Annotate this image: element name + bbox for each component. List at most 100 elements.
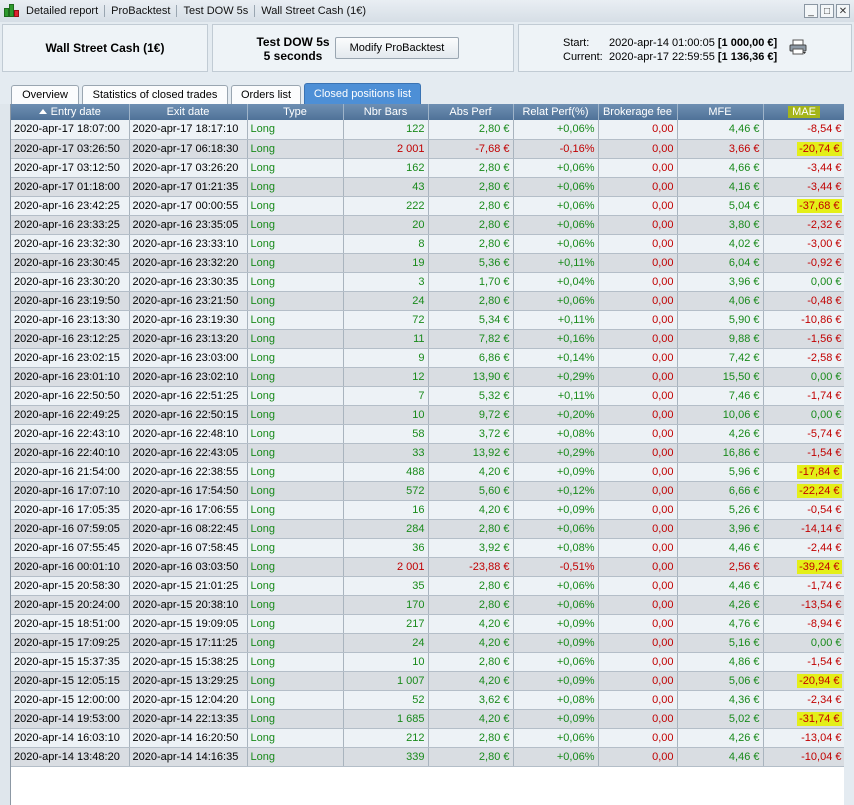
cell-exit-date: 2020-apr-16 17:54:50 xyxy=(129,481,248,501)
table-row[interactable]: 2020-apr-16 22:50:50 2020-apr-16 22:51:25… xyxy=(11,386,845,406)
table-row[interactable]: 2020-apr-15 20:24:00 2020-apr-15 20:38:10… xyxy=(11,595,845,615)
table-row[interactable]: 2020-apr-16 23:32:30 2020-apr-16 23:33:10… xyxy=(11,234,845,254)
minimize-button[interactable]: _ xyxy=(804,4,818,18)
column-header-brokerage-fee[interactable]: Brokerage fee xyxy=(598,104,678,120)
cell-type: Long xyxy=(247,367,344,387)
column-header-relat-perf[interactable]: Relat Perf(%) xyxy=(513,104,599,120)
cell-mfe: 3,96 € xyxy=(677,519,764,539)
cell-type: Long xyxy=(247,690,344,710)
cell-relat-perf: +0,06% xyxy=(513,519,599,539)
table-row[interactable]: 2020-apr-14 19:53:00 2020-apr-14 22:13:35… xyxy=(11,709,845,729)
cell-relat-perf: +0,06% xyxy=(513,120,599,140)
table-row[interactable]: 2020-apr-16 17:05:35 2020-apr-16 17:06:55… xyxy=(11,500,845,520)
breadcrumb-instrument[interactable]: Wall Street Cash (1€) xyxy=(255,5,372,17)
tab-closed-positions-list[interactable]: Closed positions list xyxy=(304,83,421,104)
table-row[interactable]: 2020-apr-16 23:01:10 2020-apr-16 23:02:10… xyxy=(11,367,845,387)
cell-abs-perf: 2,80 € xyxy=(428,215,514,235)
cell-nbr-bars: 20 xyxy=(343,215,429,235)
close-button[interactable]: ✕ xyxy=(836,4,850,18)
tab-overview[interactable]: Overview xyxy=(11,85,79,104)
cell-mae: -3,44 € xyxy=(763,177,845,197)
table-row[interactable]: 2020-apr-16 22:40:10 2020-apr-16 22:43:05… xyxy=(11,443,845,463)
cell-type: Long xyxy=(247,329,344,349)
table-row[interactable]: 2020-apr-16 21:54:00 2020-apr-16 22:38:55… xyxy=(11,462,845,482)
cell-relat-perf: +0,04% xyxy=(513,272,599,292)
cell-abs-perf: -23,88 € xyxy=(428,557,514,577)
vertical-scrollbar[interactable] xyxy=(844,104,854,805)
table-row[interactable]: 2020-apr-16 07:55:45 2020-apr-16 07:58:45… xyxy=(11,538,845,558)
cell-mfe: 5,26 € xyxy=(677,500,764,520)
cell-exit-date: 2020-apr-16 23:03:00 xyxy=(129,348,248,368)
cell-relat-perf: -0,16% xyxy=(513,139,599,159)
table-row[interactable]: 2020-apr-17 01:18:00 2020-apr-17 01:21:35… xyxy=(11,177,845,197)
table-row[interactable]: 2020-apr-15 17:09:25 2020-apr-15 17:11:25… xyxy=(11,633,845,653)
tab-statistics-closed-trades[interactable]: Statistics of closed trades xyxy=(82,85,228,104)
cell-type: Long xyxy=(247,728,344,748)
cell-brokerage-fee: 0,00 xyxy=(598,348,678,368)
cell-mfe: 4,06 € xyxy=(677,291,764,311)
cell-abs-perf: 2,80 € xyxy=(428,234,514,254)
tab-orders-list[interactable]: Orders list xyxy=(231,85,301,104)
table-row[interactable]: 2020-apr-16 23:02:15 2020-apr-16 23:03:00… xyxy=(11,348,845,368)
table-row[interactable]: 2020-apr-15 12:05:15 2020-apr-15 13:29:25… xyxy=(11,671,845,691)
table-row[interactable]: 2020-apr-16 23:30:45 2020-apr-16 23:32:20… xyxy=(11,253,845,273)
column-header-mfe[interactable]: MFE xyxy=(677,104,764,120)
cell-entry-date: 2020-apr-17 03:12:50 xyxy=(11,158,130,178)
table-row[interactable]: 2020-apr-16 22:43:10 2020-apr-16 22:48:10… xyxy=(11,424,845,444)
cell-exit-date: 2020-apr-16 23:33:10 xyxy=(129,234,248,254)
table-row[interactable]: 2020-apr-16 23:19:50 2020-apr-16 23:21:50… xyxy=(11,291,845,311)
cell-brokerage-fee: 0,00 xyxy=(598,671,678,691)
table-row[interactable]: 2020-apr-15 12:00:00 2020-apr-15 12:04:20… xyxy=(11,690,845,710)
table-row[interactable]: 2020-apr-17 18:07:00 2020-apr-17 18:17:10… xyxy=(11,120,845,140)
table-row[interactable]: 2020-apr-16 00:01:10 2020-apr-16 03:03:50… xyxy=(11,557,845,577)
table-row[interactable]: 2020-apr-15 15:37:35 2020-apr-15 15:38:25… xyxy=(11,652,845,672)
table-row[interactable]: 2020-apr-16 17:07:10 2020-apr-16 17:54:50… xyxy=(11,481,845,501)
table-row[interactable]: 2020-apr-17 03:12:50 2020-apr-17 03:26:20… xyxy=(11,158,845,178)
cell-abs-perf: 4,20 € xyxy=(428,633,514,653)
cell-mfe: 4,86 € xyxy=(677,652,764,672)
table-row[interactable]: 2020-apr-16 23:33:25 2020-apr-16 23:35:05… xyxy=(11,215,845,235)
cell-mae: -8,94 € xyxy=(763,614,845,634)
column-header-nbr-bars[interactable]: Nbr Bars xyxy=(343,104,429,120)
cell-exit-date: 2020-apr-16 07:58:45 xyxy=(129,538,248,558)
table-row[interactable]: 2020-apr-17 03:26:50 2020-apr-17 06:18:30… xyxy=(11,139,845,159)
cell-mfe: 4,26 € xyxy=(677,424,764,444)
table-row[interactable]: 2020-apr-16 23:42:25 2020-apr-17 00:00:55… xyxy=(11,196,845,216)
cell-nbr-bars: 170 xyxy=(343,595,429,615)
table-row[interactable]: 2020-apr-14 13:48:20 2020-apr-14 14:16:35… xyxy=(11,747,845,767)
breadcrumb-strategy[interactable]: Test DOW 5s xyxy=(177,5,256,17)
table-row[interactable]: 2020-apr-16 23:12:25 2020-apr-16 23:13:20… xyxy=(11,329,845,349)
maximize-button[interactable]: □ xyxy=(820,4,834,18)
column-header-mae[interactable]: MAE xyxy=(763,104,845,120)
column-header-type[interactable]: Type xyxy=(247,104,344,120)
cell-relat-perf: +0,06% xyxy=(513,158,599,178)
cell-abs-perf: 9,72 € xyxy=(428,405,514,425)
cell-type: Long xyxy=(247,500,344,520)
table-row[interactable]: 2020-apr-16 23:13:30 2020-apr-16 23:19:30… xyxy=(11,310,845,330)
table-header-row: Entry date Exit date Type Nbr Bars Abs P… xyxy=(11,104,845,120)
cell-relat-perf: +0,20% xyxy=(513,405,599,425)
table-row[interactable]: 2020-apr-15 20:58:30 2020-apr-15 21:01:25… xyxy=(11,576,845,596)
strategy-interval: 5 seconds xyxy=(263,49,323,63)
column-header-entry-date[interactable]: Entry date xyxy=(11,104,130,120)
table-row[interactable]: 2020-apr-15 18:51:00 2020-apr-15 19:09:05… xyxy=(11,614,845,634)
column-header-abs-perf[interactable]: Abs Perf xyxy=(428,104,514,120)
breadcrumb-probacktest[interactable]: ProBacktest xyxy=(105,5,178,17)
table-row[interactable]: 2020-apr-16 07:59:05 2020-apr-16 08:22:45… xyxy=(11,519,845,539)
cell-type: Long xyxy=(247,671,344,691)
cell-entry-date: 2020-apr-16 23:19:50 xyxy=(11,291,130,311)
breadcrumb-detailed-report[interactable]: Detailed report xyxy=(20,5,106,17)
table-row[interactable]: 2020-apr-16 23:30:20 2020-apr-16 23:30:35… xyxy=(11,272,845,292)
modify-probacktest-button[interactable]: Modify ProBacktest xyxy=(335,37,459,59)
cell-exit-date: 2020-apr-16 23:35:05 xyxy=(129,215,248,235)
cell-type: Long xyxy=(247,139,344,159)
cell-relat-perf: +0,11% xyxy=(513,310,599,330)
cell-abs-perf: 5,60 € xyxy=(428,481,514,501)
cell-entry-date: 2020-apr-14 13:48:20 xyxy=(11,747,130,767)
table-row[interactable]: 2020-apr-16 22:49:25 2020-apr-16 22:50:15… xyxy=(11,405,845,425)
column-header-exit-date[interactable]: Exit date xyxy=(129,104,248,120)
cell-abs-perf: 5,32 € xyxy=(428,386,514,406)
cell-mae: -13,54 € xyxy=(763,595,845,615)
table-row[interactable]: 2020-apr-14 16:03:10 2020-apr-14 16:20:50… xyxy=(11,728,845,748)
printer-icon[interactable] xyxy=(789,39,807,55)
